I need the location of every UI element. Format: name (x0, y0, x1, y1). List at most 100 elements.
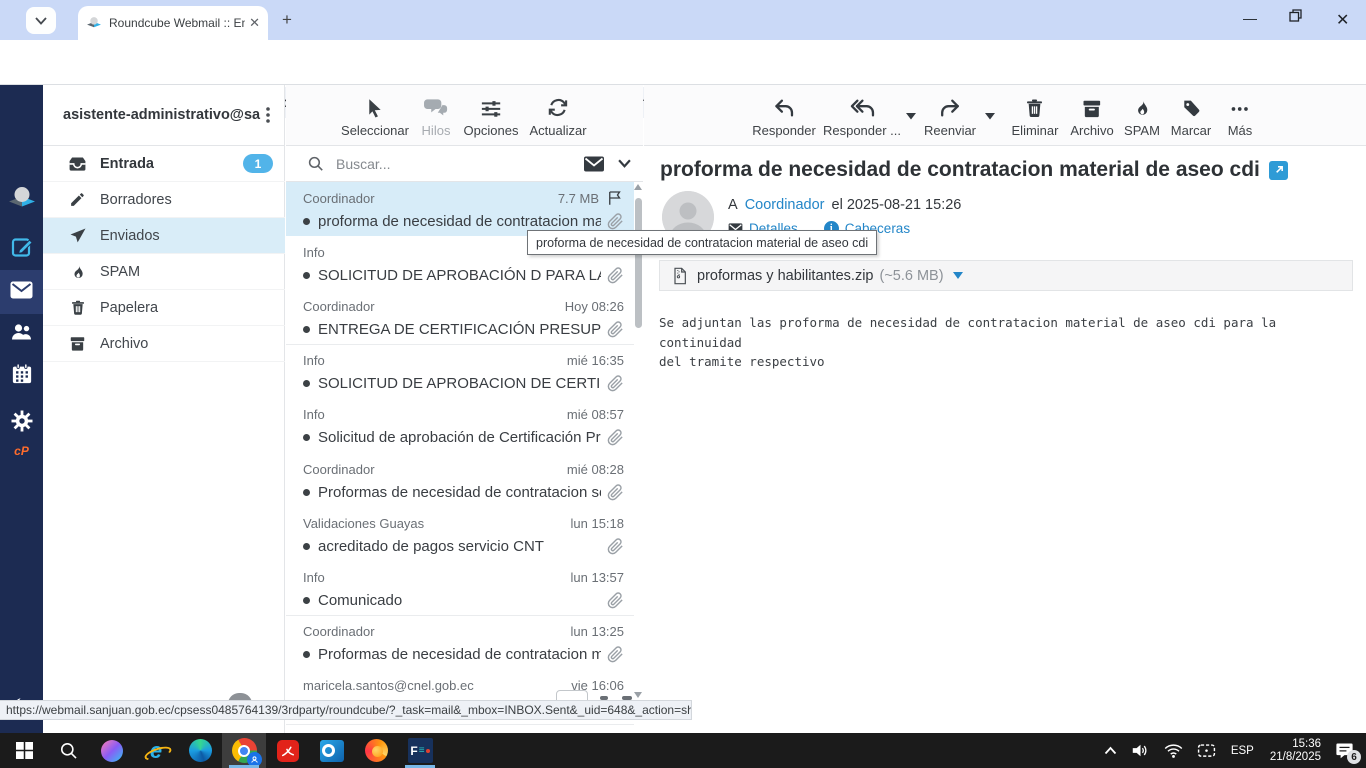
reply-all-menu-caret[interactable] (906, 113, 916, 120)
folder-panel: asistente-administrativo@sa... Entrada 1… (43, 85, 285, 733)
wifi-icon[interactable] (1164, 743, 1183, 758)
account-name: asistente-administrativo@sa... (63, 107, 261, 123)
unread-dot (303, 651, 310, 659)
search-options-chevron-icon[interactable] (618, 159, 631, 168)
notification-center-icon[interactable]: 6 (1335, 742, 1361, 764)
screen-cast-icon[interactable] (1197, 743, 1216, 759)
list-item[interactable]: Info lun 13:57 Comunicado (286, 561, 634, 617)
account-row[interactable]: asistente-administrativo@sa... (43, 85, 285, 146)
flag-icon[interactable] (606, 189, 624, 207)
recipient-line: A Coordinador el 2025-08-21 15:26 (728, 197, 964, 213)
search-input[interactable] (334, 154, 584, 173)
fire-icon (68, 263, 87, 281)
scroll-up-arrow[interactable] (634, 184, 642, 190)
forward-menu-caret[interactable] (985, 113, 995, 120)
message-subject: Solicitud de aprobación de Certificación… (318, 429, 601, 447)
scrollbar-thumb[interactable] (635, 198, 642, 328)
list-item[interactable]: Coordinador Hoy 08:26 ENTREGA DE CERTIFICA… (286, 290, 634, 346)
folder-label: Entrada (100, 155, 154, 172)
new-tab-button[interactable]: + (282, 10, 292, 30)
select-button[interactable]: Seleccionar (341, 93, 409, 138)
more-button[interactable]: Más (1228, 93, 1252, 138)
attachment-name[interactable]: proformas y habilitantes.zip (697, 268, 874, 284)
outlook-icon[interactable] (310, 733, 354, 768)
tab-close-icon[interactable]: ✕ (249, 15, 260, 31)
delete-button[interactable]: Eliminar (1012, 93, 1058, 138)
search-scope-mail-icon[interactable] (584, 156, 604, 172)
clock[interactable]: 15:36 21/8/2025 (1270, 738, 1321, 764)
taskbar-search-button[interactable] (46, 733, 90, 768)
cpanel-icon[interactable]: cP (0, 444, 43, 458)
message-subject: Comunicado (318, 591, 403, 609)
tooltip: proforma de necesidad de contratacion ma… (527, 230, 878, 255)
chrome-icon[interactable] (222, 733, 266, 768)
threads-button[interactable]: Hilos (422, 93, 450, 138)
spam-button[interactable]: SPAM (1124, 93, 1160, 138)
list-item[interactable]: Info mié 16:35 SOLICITUD DE APROBACION DE … (286, 344, 634, 400)
unread-dot (303, 434, 310, 442)
attachment-bar[interactable]: proformas y habilitantes.zip (~5.6 MB) (659, 260, 1353, 291)
calendar-icon[interactable] (0, 363, 43, 384)
folder-spam[interactable]: SPAM (43, 254, 285, 290)
window-restore-button[interactable] (1289, 9, 1302, 22)
attachment-paperclip-icon (607, 429, 624, 446)
body-line: Se adjuntan las proforma de necesidad de… (659, 315, 1277, 350)
message-sender: Info (303, 353, 325, 369)
mail-icon[interactable] (0, 281, 43, 299)
message-subject: proforma de necesidad de contratacion ma… (318, 212, 601, 230)
browser-tab[interactable]: Roundcube Webmail :: Enviados ✕ (78, 6, 268, 40)
list-item[interactable]: Coordinador 7.7 MB proforma de necesidad d… (286, 182, 634, 237)
firefox-icon[interactable] (354, 733, 398, 768)
scroll-down-arrow[interactable] (634, 692, 642, 698)
list-item[interactable]: Validaciones Guayas lun 15:18 acreditado d… (286, 507, 634, 563)
reply-button[interactable]: Responder (752, 93, 816, 138)
roundcube-favicon (87, 17, 101, 28)
language-indicator[interactable]: ESP (1231, 745, 1254, 757)
tab-search-button[interactable] (26, 7, 56, 34)
reply-all-button[interactable]: Responder ... (823, 93, 901, 138)
message-meta: mié 08:28 (566, 461, 624, 477)
message-sender: Coordinador (303, 298, 375, 314)
list-scrollbar[interactable] (634, 184, 643, 698)
compose-icon[interactable] (0, 235, 43, 259)
unread-dot (303, 542, 310, 550)
refresh-button[interactable]: Actualizar (529, 93, 587, 138)
attachment-size: (~5.6 MB) (879, 267, 944, 284)
copilot-icon[interactable] (90, 733, 134, 768)
folder-drafts[interactable]: Borradores (43, 182, 285, 218)
mark-button[interactable]: Marcar (1171, 93, 1211, 138)
open-in-new-window-icon[interactable] (1268, 160, 1288, 180)
attachment-menu-caret[interactable] (952, 272, 963, 279)
volume-icon[interactable] (1131, 742, 1150, 759)
folder-trash[interactable]: Papelera (43, 290, 285, 326)
list-item[interactable]: Info mié 08:57 Solicitud de aprobación de … (286, 398, 634, 454)
folder-archive[interactable]: Archivo (43, 326, 285, 362)
internet-explorer-icon[interactable]: e (134, 733, 178, 768)
taskbar: e F ≡ ESP 15:36 21/8/2025 6 (0, 733, 1366, 768)
edge-icon[interactable] (178, 733, 222, 768)
fes-app-icon[interactable]: F ≡ (398, 733, 442, 768)
account-menu-icon[interactable] (261, 106, 275, 124)
list-item[interactable]: Coordinador lun 13:25 Proformas de necesid… (286, 615, 634, 671)
contacts-icon[interactable] (0, 321, 43, 343)
options-button[interactable]: Opciones (464, 93, 518, 138)
message-sender: Coordinador (303, 190, 375, 206)
start-button[interactable] (2, 733, 46, 768)
archive-button[interactable]: Archivo (1070, 93, 1114, 138)
pencil-icon (68, 191, 87, 208)
folder-sent[interactable]: Enviados (43, 218, 285, 254)
window-minimize-button[interactable]: — (1243, 10, 1257, 26)
acrobat-icon[interactable] (266, 733, 310, 768)
forward-button[interactable]: Reenviar (924, 93, 976, 138)
clock-date: 21/8/2025 (1269, 750, 1321, 763)
list-item[interactable]: Coordinador mié 08:28 Proformas de necesid… (286, 453, 634, 508)
sliders-icon (479, 93, 502, 119)
folder-inbox[interactable]: Entrada 1 (43, 146, 285, 182)
attachment-paperclip-icon (607, 267, 624, 284)
unread-badge: 1 (243, 154, 273, 173)
recipient-link[interactable]: Coordinador (745, 197, 825, 213)
tray-expand-chevron-icon[interactable] (1104, 746, 1117, 755)
window-close-button[interactable]: ✕ (1336, 10, 1349, 30)
archive-icon (1081, 93, 1102, 119)
settings-gear-icon[interactable] (0, 409, 43, 433)
